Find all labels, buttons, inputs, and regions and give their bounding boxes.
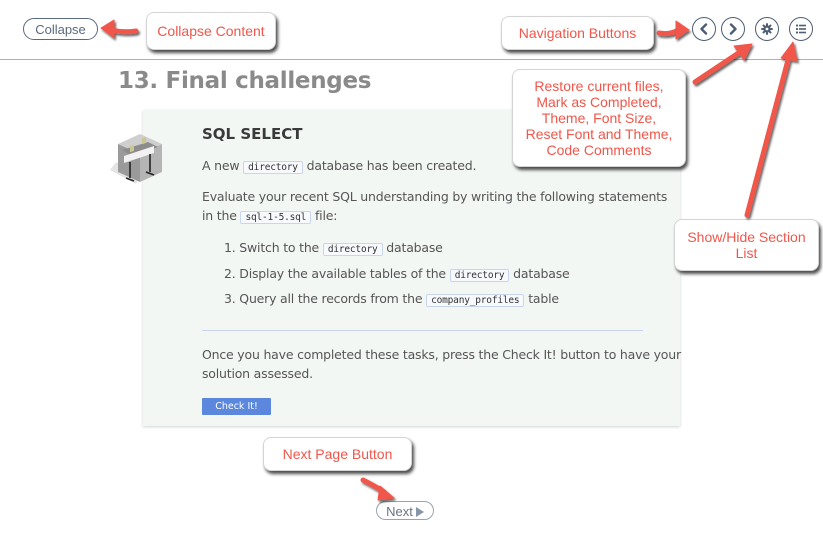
challenge-intro: A new directory database has been create…: [202, 156, 476, 177]
check-it-button[interactable]: Check It!: [202, 398, 271, 415]
task-suffix: database: [513, 266, 570, 281]
challenge-outro-line-2: solution assessed.: [202, 366, 313, 381]
task-suffix: database: [386, 240, 443, 255]
inline-code: directory: [449, 269, 510, 282]
next-page-nav-button[interactable]: [721, 17, 745, 41]
challenge-outro-line-1: Once you have completed these tasks, pre…: [202, 347, 681, 362]
callout-navigation-buttons: Navigation Buttons: [501, 16, 654, 50]
challenge-eval-line-1: Evaluate your recent SQL understanding b…: [202, 189, 668, 204]
play-triangle-icon: [415, 507, 424, 517]
inline-code: directory: [322, 243, 383, 256]
task-text: 3. Query all the records from the: [224, 291, 423, 306]
divider: [202, 330, 643, 331]
callout-line: Restore current files,: [534, 78, 664, 94]
callout-text: Navigation Buttons: [518, 25, 637, 41]
inline-code: company_profiles: [426, 294, 525, 307]
callout-line: Show/Hide Section: [687, 229, 806, 245]
arrow-to-next: [360, 477, 395, 501]
callout-next-page: Next Page Button: [263, 437, 412, 471]
page-title: 13. Final challenges: [118, 68, 372, 94]
callout-line: Code Comments: [546, 142, 652, 158]
callout-show-hide-sections: Show/Hide Section List: [674, 219, 819, 271]
task-text: 2. Display the available tables of the: [224, 266, 446, 281]
callout-text: Collapse Content: [157, 23, 265, 39]
next-page-button[interactable]: Next: [376, 501, 434, 520]
intro-prefix: A new: [202, 158, 240, 173]
challenge-title: SQL SELECT: [202, 125, 303, 143]
settings-button[interactable]: [755, 17, 779, 41]
callout-line: Reset Font and Theme,: [525, 126, 673, 142]
chevron-left-icon: [700, 23, 708, 35]
chevron-right-icon: [729, 23, 737, 35]
callout-text: Next Page Button: [282, 446, 393, 462]
task-item: 1. Switch to the directory database: [224, 238, 443, 259]
collapse-button[interactable]: Collapse: [23, 18, 98, 40]
previous-page-button[interactable]: [692, 17, 716, 41]
gear-icon: [761, 23, 773, 35]
next-label: Next: [386, 504, 413, 519]
list-icon: [795, 24, 806, 34]
eval-prefix: in the: [202, 208, 237, 223]
callout-line: List: [735, 245, 758, 261]
intro-suffix: database has been created.: [306, 158, 477, 173]
task-item: 3. Query all the records from the compan…: [224, 289, 559, 310]
task-text: 1. Switch to the: [224, 240, 320, 255]
task-item: 2. Display the available tables of the d…: [224, 264, 570, 285]
callout-collapse-content: Collapse Content: [146, 12, 276, 50]
database-server-icon: [110, 134, 162, 184]
task-suffix: table: [528, 291, 559, 306]
inline-code: directory: [243, 161, 303, 174]
inline-code: sql-1-5.sql: [240, 211, 312, 224]
callout-line: Theme, Font Size,: [541, 110, 657, 126]
callout-settings-options: Restore current files, Mark as Completed…: [512, 69, 686, 167]
challenge-eval-line-2: in the sql-1-5.sql file:: [202, 206, 337, 227]
arrow-to-sections: [744, 41, 798, 218]
callout-line: Mark as Completed,: [536, 94, 662, 110]
section-list-button[interactable]: [789, 17, 813, 41]
eval-suffix: file:: [314, 208, 338, 223]
